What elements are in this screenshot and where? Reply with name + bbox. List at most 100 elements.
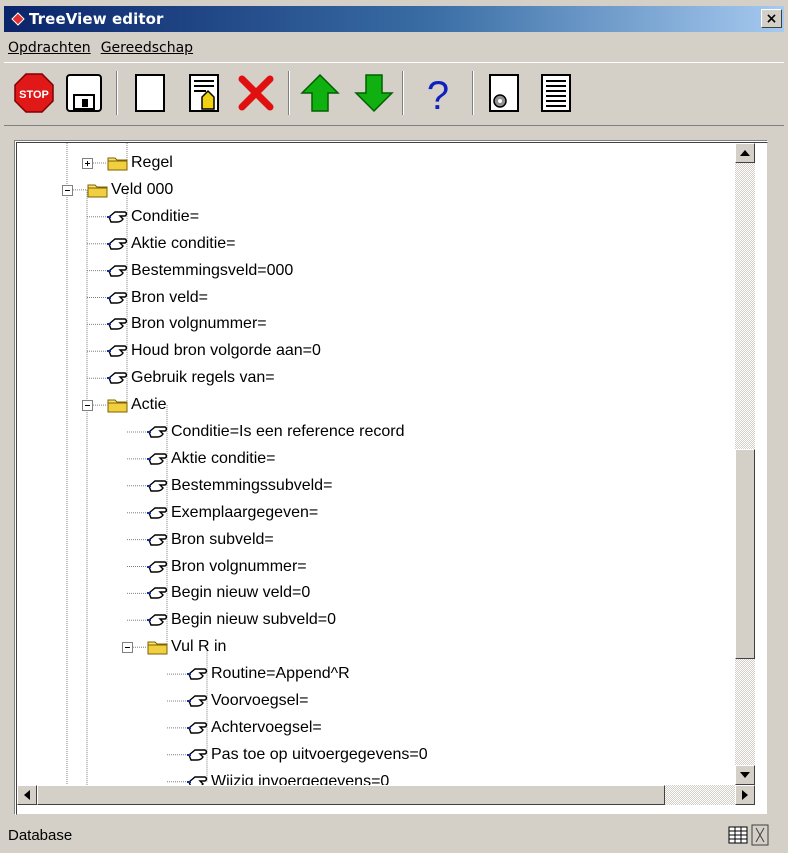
scroll-thumb[interactable] xyxy=(735,449,755,659)
close-icon: × xyxy=(765,10,778,27)
list-button[interactable] xyxy=(534,71,578,115)
tree-view[interactable]: Regel Veld 000 Conditie= Aktie conditie= Bes… xyxy=(17,143,735,785)
toolbar-separator xyxy=(288,71,290,115)
resize-grip-icon[interactable] xyxy=(750,824,770,846)
tree-item-label[interactable]: Bestemmingssubveld= xyxy=(171,476,332,496)
tree-item-label[interactable]: Routine=Append^R xyxy=(211,664,350,684)
pointer-hand-icon xyxy=(147,426,168,438)
tree-item-label[interactable]: Wijzig invoergegevens=0 xyxy=(211,772,389,785)
pointer-hand-icon xyxy=(147,453,168,465)
folder-icon xyxy=(107,399,128,413)
toolbar-separator xyxy=(116,71,118,115)
tree-inner: Regel Veld 000 Conditie= Aktie conditie= Bes… xyxy=(16,142,768,815)
database-table-icon[interactable] xyxy=(728,826,748,844)
question-mark-icon: ? xyxy=(427,74,449,118)
pointer-hand-icon xyxy=(147,533,168,546)
pointer-hand-icon xyxy=(107,372,128,384)
tree-item-label[interactable]: Pas toe op uitvoergegevens=0 xyxy=(211,745,428,765)
pointer-hand-icon xyxy=(107,211,128,223)
title-bar[interactable]: TreeView editor × xyxy=(4,6,784,32)
floppy-disk-icon xyxy=(66,74,102,112)
settings-button[interactable] xyxy=(482,71,526,115)
tree-item-label[interactable]: Begin nieuw subveld=0 xyxy=(171,610,336,630)
pointer-hand-icon xyxy=(187,775,208,785)
tree-item-label[interactable]: Begin nieuw veld=0 xyxy=(171,583,310,603)
menu-opdrachten-label: Opdrachten xyxy=(8,40,91,56)
tree-item-label[interactable]: Gebruik regels van= xyxy=(131,368,275,388)
tree-folder-label[interactable]: Regel xyxy=(131,153,173,173)
green-arrow-up-icon xyxy=(300,73,340,112)
stop-button[interactable]: STOP xyxy=(12,71,56,115)
pointer-hand-icon xyxy=(147,614,168,626)
tree-expander-minus[interactable] xyxy=(62,184,73,196)
close-button[interactable]: × xyxy=(761,9,782,28)
toolbar-separator xyxy=(472,71,474,115)
menu-opdrachten[interactable]: Opdrachten xyxy=(4,40,97,56)
svg-text:?: ? xyxy=(427,74,449,115)
tree-item-label[interactable]: Aktie conditie= xyxy=(171,449,276,469)
tree-item-label[interactable]: Exemplaargegeven= xyxy=(171,503,318,523)
tree-expander-plus[interactable] xyxy=(82,158,93,169)
tree-item-label[interactable]: Aktie conditie= xyxy=(131,234,236,254)
blank-page-icon xyxy=(135,74,165,112)
horizontal-scroll-thumb[interactable] xyxy=(37,785,665,805)
tree-item-label[interactable]: Conditie= xyxy=(131,207,199,227)
pointer-hand-icon xyxy=(147,560,168,573)
pointer-hand-icon xyxy=(147,480,168,492)
scroll-up-button[interactable] xyxy=(735,143,755,163)
tree-item-label[interactable]: Achtervoegsel= xyxy=(211,718,322,738)
pointer-hand-icon xyxy=(107,345,128,357)
scroll-right-button[interactable] xyxy=(735,785,755,805)
window-title: TreeView editor xyxy=(29,10,164,28)
tree-folder-label[interactable]: Actie xyxy=(131,395,167,415)
tree-item-label[interactable]: Conditie=Is een reference record xyxy=(171,422,404,442)
folder-icon xyxy=(147,641,168,655)
help-button[interactable]: ? xyxy=(416,71,460,118)
list-document-icon xyxy=(541,74,571,112)
scroll-down-arrow-icon xyxy=(740,772,750,778)
toolbar-separator xyxy=(402,71,404,115)
pointer-hand-icon xyxy=(187,722,208,734)
delete-button[interactable] xyxy=(234,71,278,115)
tree-item-label[interactable]: Voorvoegsel= xyxy=(211,691,308,711)
tree-item-label[interactable]: Bron veld= xyxy=(131,288,208,308)
toolbar: STOP ? xyxy=(4,62,784,126)
tree-item-label[interactable]: Bron volgnummer= xyxy=(171,557,307,577)
tree-item-label[interactable]: Bestemmingsveld=000 xyxy=(131,261,293,281)
scroll-left-button[interactable] xyxy=(17,785,37,805)
tree-expander-minus[interactable] xyxy=(82,400,93,412)
tree-expander-minus[interactable] xyxy=(122,642,133,654)
tree-item-label[interactable]: Houd bron volgorde aan=0 xyxy=(131,341,321,361)
pointer-hand-icon xyxy=(107,291,128,304)
pointer-hand-icon xyxy=(187,695,208,707)
pointer-hand-icon xyxy=(187,749,208,761)
new-button[interactable] xyxy=(128,71,172,115)
menu-gereedschap-label: Gereedschap xyxy=(100,40,194,56)
edit-button[interactable] xyxy=(182,71,226,115)
menu-bar: Opdrachten Gereedschap xyxy=(4,36,199,60)
menu-gereedschap[interactable]: Gereedschap xyxy=(97,40,199,56)
status-bar: Database xyxy=(4,820,784,850)
scroll-up-arrow-icon xyxy=(740,150,750,156)
pointer-hand-icon xyxy=(107,264,128,277)
move-up-button[interactable] xyxy=(298,71,342,115)
horizontal-scrollbar[interactable] xyxy=(17,785,755,805)
vertical-scrollbar[interactable] xyxy=(735,143,755,785)
gear-document-icon xyxy=(489,74,519,112)
app-icon xyxy=(11,12,25,26)
tree-folder-label[interactable]: Veld 000 xyxy=(111,180,173,200)
stop-sign-icon: STOP xyxy=(14,73,54,113)
folder-icon xyxy=(87,184,108,198)
scroll-down-button[interactable] xyxy=(735,765,755,785)
tree-panel: Regel Veld 000 Conditie= Aktie conditie= Bes… xyxy=(14,140,768,815)
tree-folder-label[interactable]: Vul R in xyxy=(171,637,226,657)
save-button[interactable] xyxy=(62,71,106,115)
scroll-left-arrow-icon xyxy=(24,790,30,800)
stop-label: STOP xyxy=(19,89,49,101)
move-down-button[interactable] xyxy=(352,71,396,115)
tree-item-label[interactable]: Bron subveld= xyxy=(171,530,274,550)
folder-icon xyxy=(107,157,128,171)
pointer-hand-icon xyxy=(147,587,168,600)
scroll-right-arrow-icon xyxy=(742,790,748,800)
tree-item-label[interactable]: Bron volgnummer= xyxy=(131,314,267,334)
